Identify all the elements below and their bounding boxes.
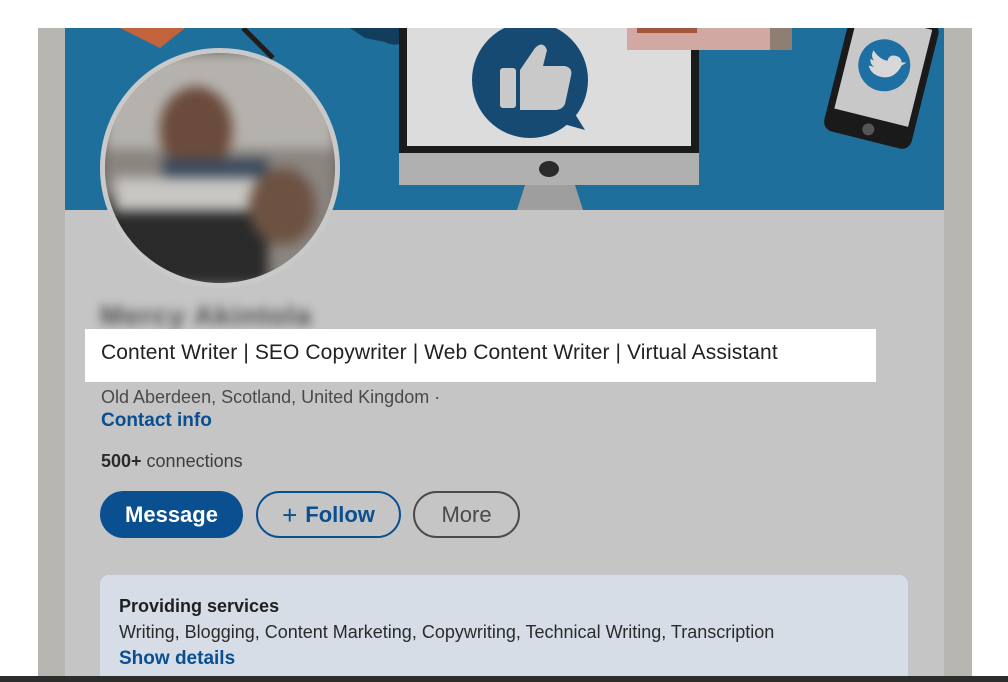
more-button[interactable]: More <box>413 491 520 538</box>
plus-icon: + <box>282 499 298 530</box>
profile-location: Old Aberdeen, Scotland, United Kingdom · <box>101 387 441 407</box>
follow-button-label: Follow <box>305 501 375 527</box>
message-button-label: Message <box>125 501 218 527</box>
services-list: Writing, Blogging, Content Marketing, Co… <box>119 622 775 642</box>
connections-number: 500+ <box>101 451 142 471</box>
follow-button[interactable]: + Follow <box>256 491 401 538</box>
profile-name: Mercy Akintola <box>100 300 400 332</box>
profile-headline: Content Writer | SEO Copywriter | Web Co… <box>101 341 778 364</box>
avatar-photo <box>105 53 335 283</box>
connections-label: connections <box>141 451 243 471</box>
bottom-bar <box>0 676 1008 682</box>
show-details-link[interactable]: Show details <box>119 648 235 670</box>
connections-count: 500+ connections <box>101 451 243 472</box>
contact-info-link[interactable]: Contact info <box>101 410 212 432</box>
message-button[interactable]: Message <box>100 491 243 538</box>
services-title: Providing services <box>119 596 280 616</box>
profile-avatar[interactable] <box>100 48 340 288</box>
more-button-label: More <box>441 501 492 527</box>
profile-name-text: Mercy Akintola <box>100 300 313 331</box>
